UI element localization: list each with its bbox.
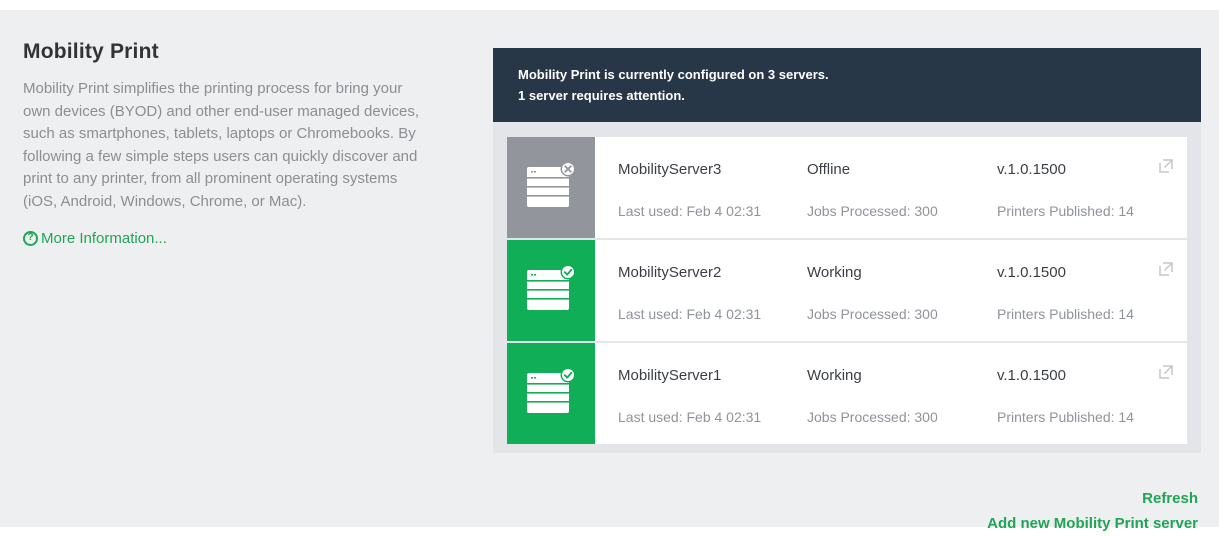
server-last-used: Last used: Feb 4 02:31 bbox=[618, 409, 762, 425]
more-information-link[interactable]: ? More Information... bbox=[23, 230, 433, 247]
server-printers-published: Printers Published: 14 bbox=[997, 306, 1134, 322]
server-jobs-processed: Jobs Processed: 300 bbox=[807, 203, 938, 219]
server-last-used: Last used: Feb 4 02:31 bbox=[618, 203, 762, 219]
server-name: MobilityServer1 bbox=[618, 367, 722, 384]
server-printers-published: Printers Published: 14 bbox=[997, 409, 1134, 425]
server-name: MobilityServer3 bbox=[618, 161, 722, 178]
status-banner: Mobility Print is currently configured o… bbox=[493, 48, 1201, 122]
server-version: v.1.0.1500 bbox=[997, 161, 1066, 178]
server-row: MobilityServer1 Working v.1.0.1500 Last … bbox=[507, 343, 1187, 444]
status-banner-line2: 1 server requires attention. bbox=[518, 88, 685, 103]
refresh-link[interactable]: Refresh bbox=[987, 486, 1198, 511]
intro-description: Mobility Print simplifies the printing p… bbox=[23, 80, 420, 210]
server-jobs-processed: Jobs Processed: 300 bbox=[807, 306, 938, 322]
panel-actions: Refresh Add new Mobility Print server bbox=[987, 486, 1198, 536]
server-row: MobilityServer3 Offline v.1.0.1500 Last … bbox=[507, 137, 1187, 238]
server-status: Working bbox=[807, 367, 862, 384]
server-row: MobilityServer2 Working v.1.0.1500 Last … bbox=[507, 240, 1187, 341]
external-link-icon[interactable] bbox=[1158, 262, 1173, 277]
server-offline-icon bbox=[507, 137, 595, 238]
server-last-used: Last used: Feb 4 02:31 bbox=[618, 306, 762, 322]
external-link-icon[interactable] bbox=[1158, 365, 1173, 380]
server-name: MobilityServer2 bbox=[618, 264, 722, 281]
server-list: MobilityServer3 Offline v.1.0.1500 Last … bbox=[507, 137, 1187, 446]
external-link-icon[interactable] bbox=[1158, 159, 1173, 174]
server-version: v.1.0.1500 bbox=[997, 367, 1066, 384]
more-information-label: More Information... bbox=[41, 229, 167, 247]
server-version: v.1.0.1500 bbox=[997, 264, 1066, 281]
server-ok-icon bbox=[507, 343, 595, 444]
help-icon: ? bbox=[23, 230, 38, 246]
server-jobs-processed: Jobs Processed: 300 bbox=[807, 409, 938, 425]
intro-section: Mobility Print Mobility Print simplifies… bbox=[23, 40, 433, 247]
servers-panel: Mobility Print is currently configured o… bbox=[493, 48, 1201, 453]
server-printers-published: Printers Published: 14 bbox=[997, 203, 1134, 219]
page-title: Mobility Print bbox=[23, 40, 159, 63]
add-server-link[interactable]: Add new Mobility Print server bbox=[987, 511, 1198, 536]
server-status: Working bbox=[807, 264, 862, 281]
server-status: Offline bbox=[807, 161, 851, 178]
mobility-print-page: Mobility Print Mobility Print simplifies… bbox=[0, 0, 1219, 532]
status-banner-line1: Mobility Print is currently configured o… bbox=[518, 67, 829, 82]
server-ok-icon bbox=[507, 240, 595, 341]
